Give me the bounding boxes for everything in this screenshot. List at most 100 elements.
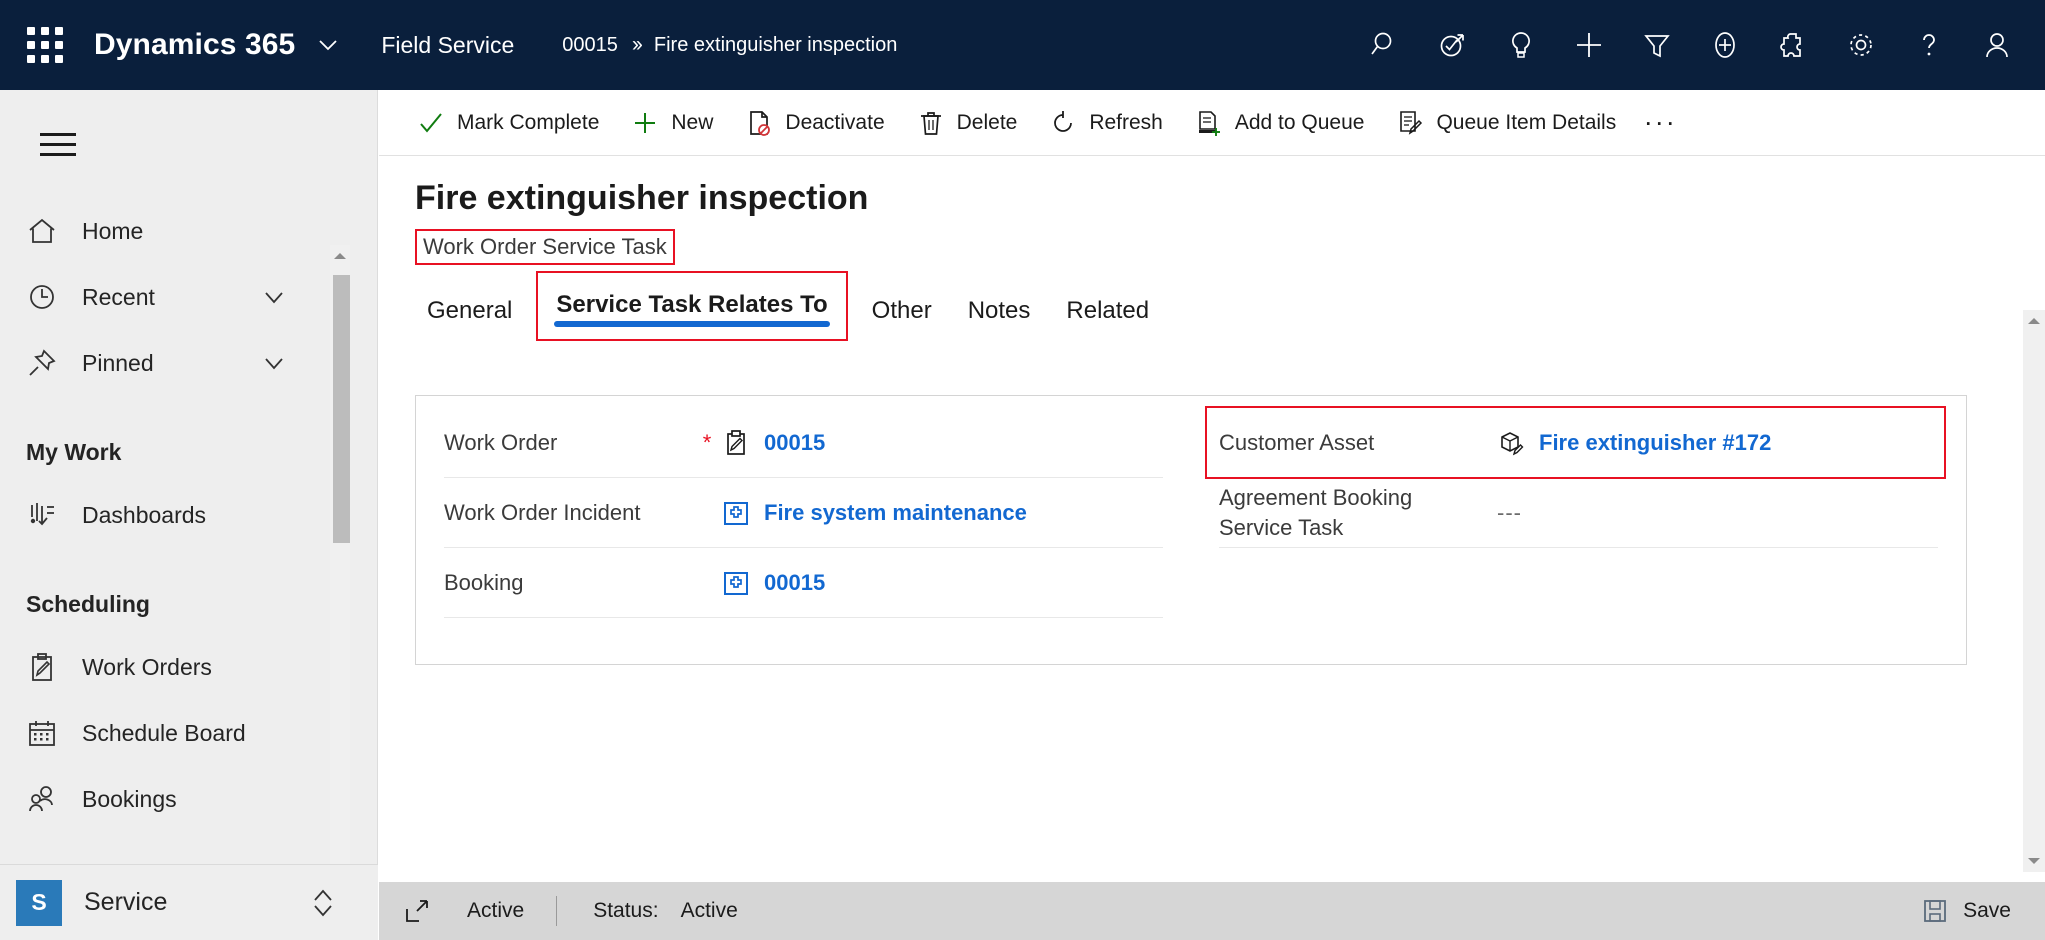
dashboard-icon [26, 499, 68, 531]
breadcrumb-record-id[interactable]: 00015 [562, 34, 618, 57]
command-bar: Mark Complete New Deactivate Delete Refr… [379, 90, 2045, 156]
form-right-spacer [1219, 548, 1938, 618]
deactivate-button[interactable]: Deactivate [729, 98, 900, 148]
field-label: Customer Asset [1219, 429, 1375, 455]
app-module-name[interactable]: Field Service [381, 32, 514, 59]
scroll-down-arrow-icon[interactable] [2023, 850, 2045, 872]
save-icon [1921, 897, 1949, 925]
assistant-icon[interactable] [1419, 11, 1487, 79]
overflow-menu-button[interactable]: ··· [1632, 98, 1688, 148]
mark-complete-button[interactable]: Mark Complete [401, 98, 615, 148]
field-value[interactable]: 00015 [722, 569, 825, 597]
clock-icon [26, 281, 68, 313]
form-card: Work Order * 00015 Work Order Incident F… [415, 395, 1967, 665]
sidebar-item-label: Bookings [82, 785, 177, 812]
breadcrumb-separator-icon: ›› [631, 33, 643, 56]
tab-label: Notes [967, 297, 1031, 324]
add-to-queue-button[interactable]: Add to Queue [1179, 98, 1381, 148]
tab-other[interactable]: Other [854, 281, 950, 341]
command-label: Queue Item Details [1436, 110, 1617, 134]
chevron-up-down-icon[interactable] [308, 883, 338, 923]
field-link[interactable]: 00015 [764, 570, 825, 596]
sidebar-scrollbar[interactable] [330, 245, 350, 940]
add-to-queue-icon [1195, 109, 1223, 137]
field-link[interactable]: Fire extinguisher #172 [1539, 430, 1771, 456]
tab-annotation-box: Service Task Relates To [536, 271, 848, 341]
field-value[interactable]: Fire system maintenance [722, 499, 1027, 527]
chevron-down-icon[interactable] [315, 32, 341, 58]
main-scrollbar[interactable] [2023, 310, 2045, 872]
scroll-up-arrow-icon[interactable] [330, 245, 350, 267]
incident-icon [722, 499, 750, 527]
page-block-icon [745, 109, 773, 137]
sidebar-scrollbar-thumb[interactable] [333, 275, 350, 543]
save-button[interactable]: Save [1911, 891, 2021, 931]
sidebar-item-schedule-board[interactable]: Schedule Board [0, 700, 378, 766]
queue-item-details-button[interactable]: Queue Item Details [1380, 98, 1632, 148]
scroll-up-arrow-icon[interactable] [2023, 310, 2045, 332]
incident-icon [722, 569, 750, 597]
app-launcher-icon[interactable] [22, 22, 68, 68]
clipboard-pencil-icon [26, 651, 68, 683]
sidebar-item-work-orders[interactable]: Work Orders [0, 634, 378, 700]
chevron-down-icon[interactable] [258, 347, 290, 379]
pin-icon [26, 347, 68, 379]
field-value[interactable]: 00015 [722, 429, 825, 457]
command-label: Delete [956, 110, 1018, 134]
tab-general[interactable]: General [409, 281, 530, 341]
delete-button[interactable]: Delete [901, 98, 1034, 148]
refresh-icon [1049, 109, 1077, 137]
sidebar-group-my-work: My Work [26, 438, 122, 465]
expand-icon[interactable] [403, 897, 431, 925]
sidebar-item-recent[interactable]: Recent [0, 264, 378, 330]
footer-status-label: Status: [593, 899, 659, 922]
field-value[interactable]: --- [1497, 500, 1522, 526]
search-icon[interactable] [1351, 11, 1419, 79]
check-icon [417, 109, 445, 137]
sidebar-item-label: Work Orders [82, 653, 212, 680]
people-icon [26, 783, 68, 815]
command-label: Deactivate [785, 110, 885, 134]
status-footer: Active Status: Active Save [379, 882, 2045, 940]
field-work-order-incident[interactable]: Work Order Incident Fire system maintena… [444, 478, 1163, 548]
field-work-order[interactable]: Work Order * 00015 [444, 408, 1163, 478]
sidebar-item-label: Recent [82, 283, 155, 310]
tab-label: General [427, 297, 513, 324]
sidebar-nav-list: Home Recent Pinned My Work Dashboards Sc… [0, 198, 378, 940]
plus-icon[interactable] [1555, 11, 1623, 79]
field-label: Agreement Booking Service Task [1219, 484, 1413, 540]
gear-icon[interactable] [1827, 11, 1895, 79]
new-button[interactable]: New [615, 98, 729, 148]
hamburger-menu-icon[interactable] [22, 108, 94, 180]
left-sidebar: Home Recent Pinned My Work Dashboards Sc… [0, 90, 378, 940]
field-customer-asset[interactable]: Customer Asset Fire extinguisher #172 [1205, 406, 1946, 479]
field-link[interactable]: 00015 [764, 430, 825, 456]
field-agreement-booking-service-task[interactable]: Agreement Booking Service Task --- [1219, 478, 1938, 548]
refresh-button[interactable]: Refresh [1033, 98, 1179, 148]
tab-notes[interactable]: Notes [950, 281, 1049, 341]
app-switcher[interactable]: S Service [0, 864, 378, 940]
tab-related[interactable]: Related [1048, 281, 1167, 341]
user-icon[interactable] [1963, 11, 2031, 79]
brand-title: Dynamics 365 [94, 28, 296, 61]
sidebar-item-dashboards[interactable]: Dashboards [0, 482, 378, 548]
help-icon[interactable] [1895, 11, 1963, 79]
sidebar-item-label: Dashboards [82, 501, 207, 528]
puzzle-icon[interactable] [1759, 11, 1827, 79]
field-value[interactable]: Fire extinguisher #172 [1497, 429, 1771, 457]
tab-service-task-relates-to[interactable]: Service Task Relates To [538, 275, 845, 335]
top-navigation-bar: Dynamics 365 Field Service 00015 ›› Fire… [0, 0, 2045, 90]
sidebar-item-home[interactable]: Home [0, 198, 378, 264]
field-booking[interactable]: Booking 00015 [444, 548, 1163, 618]
breadcrumb: 00015 ›› Fire extinguisher inspection [562, 33, 897, 57]
plus-circle-icon[interactable] [1691, 11, 1759, 79]
filter-icon[interactable] [1623, 11, 1691, 79]
sidebar-item-bookings[interactable]: Bookings [0, 766, 378, 832]
lightbulb-icon[interactable] [1487, 11, 1555, 79]
chevron-down-icon[interactable] [258, 281, 290, 313]
clipboard-pencil-icon [722, 429, 750, 457]
plus-icon [631, 109, 659, 137]
field-link[interactable]: Fire system maintenance [764, 500, 1027, 526]
app-switcher-label: Service [84, 888, 168, 916]
sidebar-item-pinned[interactable]: Pinned [0, 330, 378, 396]
